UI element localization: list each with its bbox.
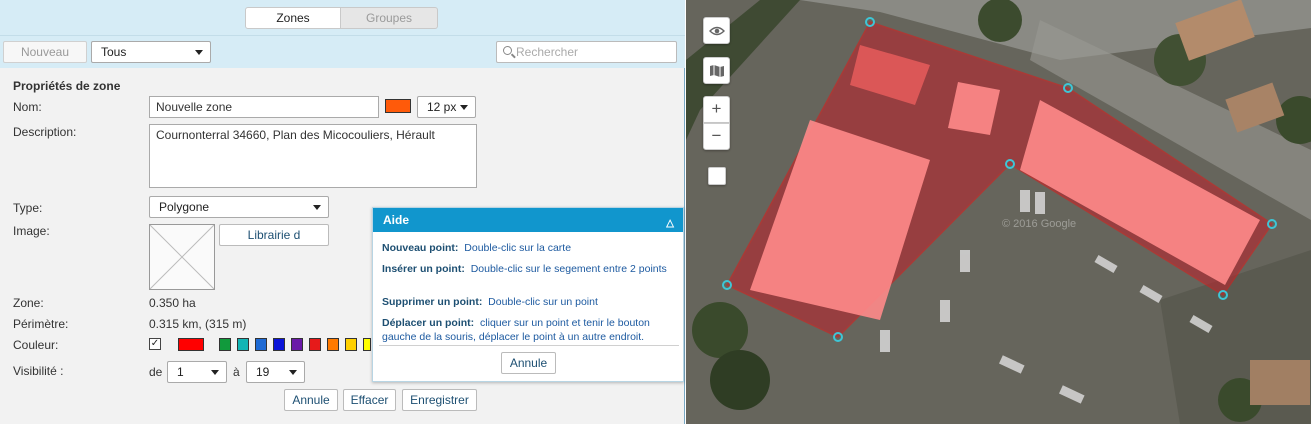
- chevron-down-icon: [460, 105, 468, 110]
- help-item-text: Double-clic sur la carte: [464, 242, 572, 254]
- help-cancel-button[interactable]: Annule: [501, 352, 556, 374]
- description-label: Description:: [13, 125, 77, 139]
- map-view[interactable]: © 2016 Google: [686, 0, 1311, 424]
- new-zone-button[interactable]: Nouveau: [3, 41, 87, 63]
- color-checkbox[interactable]: ✓: [149, 338, 161, 350]
- type-label: Type:: [13, 201, 43, 215]
- help-item: Déplacer un point: cliquer sur un point …: [382, 316, 677, 344]
- help-item-term: Supprimer un point:: [382, 296, 483, 308]
- cancel-button[interactable]: Annule: [284, 389, 338, 411]
- palette-swatch[interactable]: [219, 338, 231, 351]
- tab-groupes[interactable]: Groupes: [341, 7, 438, 29]
- save-button[interactable]: Enregistrer: [402, 389, 477, 411]
- help-title: Aide: [383, 213, 410, 227]
- chevron-down-icon: [289, 370, 297, 375]
- image-placeholder[interactable]: [149, 224, 215, 290]
- help-item-term: Nouveau point:: [382, 242, 459, 254]
- chevron-down-icon: [195, 50, 203, 55]
- palette-swatch[interactable]: [345, 338, 357, 351]
- perimeter-value: 0.315 km, (315 m): [149, 317, 247, 331]
- image-label: Image:: [13, 224, 50, 238]
- fullscreen-icon[interactable]: [708, 167, 726, 185]
- search-box[interactable]: [496, 41, 677, 63]
- help-item: Supprimer un point: Double-clic sur un p…: [382, 295, 677, 309]
- help-header[interactable]: Aide △: [373, 208, 683, 232]
- palette-swatch[interactable]: [273, 338, 285, 351]
- palette-swatch[interactable]: [237, 338, 249, 351]
- tab-zones[interactable]: Zones: [245, 7, 341, 29]
- palette-swatch[interactable]: [255, 338, 267, 351]
- help-item-term: Insérer un point:: [382, 263, 465, 275]
- help-item-text: Double-clic sur un point: [488, 296, 598, 308]
- palette-swatch[interactable]: [327, 338, 339, 351]
- palette-swatch[interactable]: [309, 338, 321, 351]
- clear-button[interactable]: Effacer: [343, 389, 396, 411]
- line-width-value: 12 px: [427, 100, 457, 114]
- map-icon[interactable]: [703, 57, 730, 84]
- help-item-text: Double-clic sur le segement entre 2 poin…: [470, 263, 667, 275]
- chevron-down-icon: [313, 205, 321, 210]
- visibility-label: Visibilité :: [13, 364, 64, 378]
- type-select-value: Polygone: [159, 200, 210, 214]
- collapse-icon[interactable]: △: [666, 212, 674, 236]
- zone-area-label: Zone:: [13, 296, 44, 310]
- visibility-to-value: 19: [256, 365, 270, 379]
- help-item: Nouveau point: Double-clic sur la carte: [382, 241, 677, 255]
- help-item-term: Déplacer un point:: [382, 317, 475, 329]
- palette-swatch[interactable]: [178, 338, 204, 351]
- satellite-imagery: [686, 0, 1311, 424]
- chevron-down-icon: [211, 370, 219, 375]
- empty-image-icon: [149, 224, 215, 290]
- library-button[interactable]: Librairie d: [219, 224, 329, 246]
- help-item: Insérer un point: Double-clic sur le seg…: [382, 262, 677, 276]
- zone-area-value: 0.350 ha: [149, 296, 196, 310]
- line-width-select[interactable]: 12 px: [417, 96, 476, 118]
- visibility-from-label: de: [149, 365, 163, 379]
- filter-select-value: Tous: [101, 45, 127, 59]
- divider: [379, 345, 679, 346]
- visibility-to-select[interactable]: 19: [246, 361, 305, 383]
- help-popup: Aide △ Nouveau point: Double-clic sur la…: [372, 207, 684, 382]
- visibility-from-select[interactable]: 1: [167, 361, 227, 383]
- tab-bar: Zones Groupes: [0, 0, 685, 36]
- zone-panel: Zones Groupes Nouveau Tous Propriétés de…: [0, 0, 685, 424]
- eye-icon[interactable]: [703, 17, 730, 44]
- visibility-from-value: 1: [177, 365, 184, 379]
- perimeter-label: Périmètre:: [13, 317, 69, 331]
- zoom-in-icon[interactable]: +: [703, 96, 730, 123]
- palette-swatch[interactable]: [291, 338, 303, 351]
- map-watermark: © 2016 Google: [1002, 218, 1077, 230]
- zoom-out-icon[interactable]: −: [703, 123, 730, 150]
- color-label: Couleur:: [13, 338, 59, 352]
- search-input[interactable]: [516, 44, 671, 60]
- visibility-to-label: à: [233, 365, 240, 379]
- name-label: Nom:: [13, 100, 42, 114]
- palette-swatch[interactable]: [363, 338, 371, 351]
- name-field[interactable]: Nouvelle zone: [149, 96, 379, 118]
- description-field[interactable]: Cournonterral 34660, Plan des Micocoulie…: [149, 124, 477, 188]
- selected-color-swatch[interactable]: [385, 99, 411, 113]
- search-icon: [503, 46, 512, 55]
- filter-select[interactable]: Tous: [91, 41, 211, 63]
- section-title: Propriétés de zone: [13, 79, 121, 93]
- type-select[interactable]: Polygone: [149, 196, 329, 218]
